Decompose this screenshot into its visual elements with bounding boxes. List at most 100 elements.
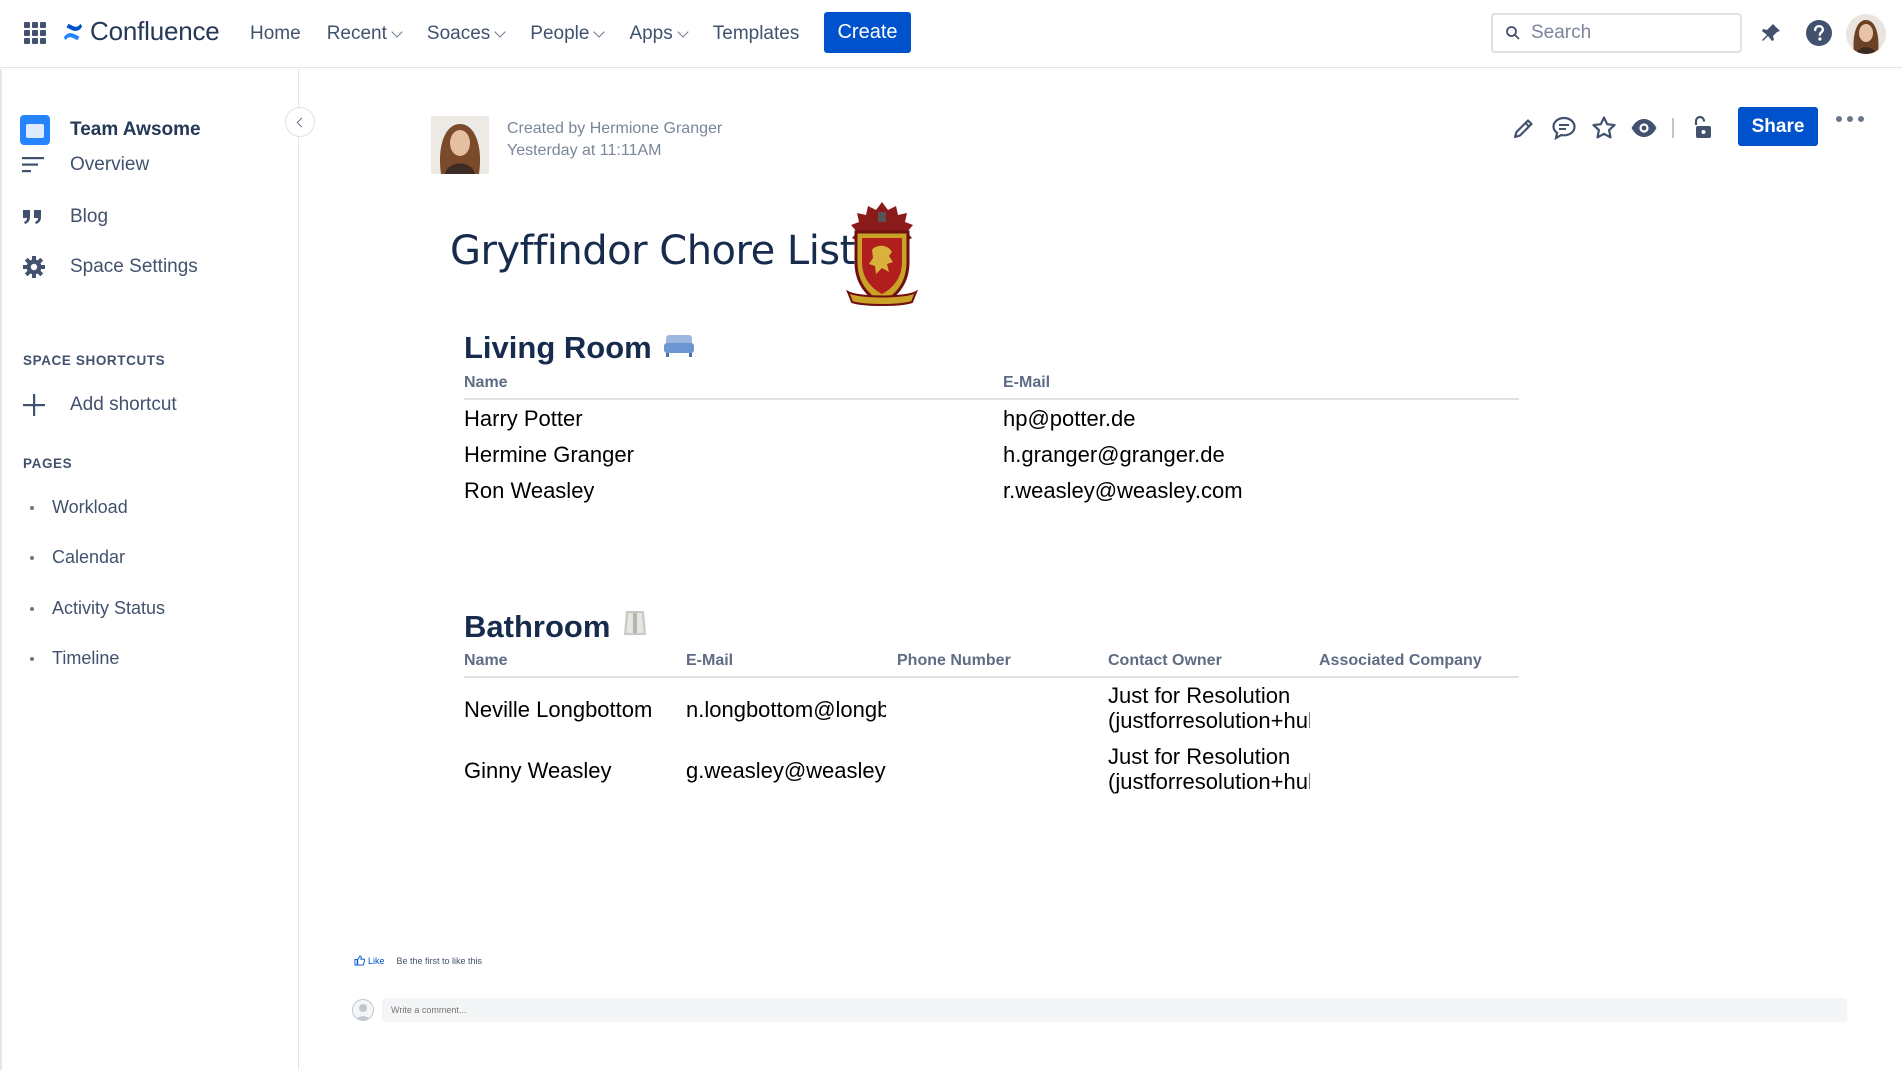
comment-row	[352, 998, 1847, 1022]
page-title: Gryffindor Chore List	[450, 228, 855, 274]
notifications-icon[interactable]	[1756, 18, 1786, 48]
space-name: Team Awsome	[70, 119, 201, 140]
help-icon[interactable]	[1804, 18, 1834, 48]
table-cell-name: Ginny Weasley	[464, 758, 612, 783]
top-navigation: Confluence Home Recent Soaces People App…	[0, 0, 1902, 68]
table-cell-contact-owner-email: (justforresolution+hubspot	[1108, 708, 1310, 733]
page-tree-item[interactable]: Timeline	[30, 648, 119, 669]
toolbar-divider	[1672, 118, 1674, 138]
column-header-phone[interactable]: Phone Number	[897, 652, 1011, 670]
table-header-divider	[464, 676, 1519, 678]
commenter-avatar	[352, 999, 374, 1021]
like-row: Like Be the first to like this	[354, 955, 482, 966]
page-tree-item[interactable]: Calendar	[30, 547, 125, 568]
restrictions-icon[interactable]	[1688, 114, 1716, 142]
add-shortcut-button[interactable]: Add shortcut	[22, 393, 177, 417]
nav-spaces[interactable]: Soaces	[426, 23, 506, 45]
space-header[interactable]: Team Awsome	[20, 115, 201, 145]
nav-spaces-label: Soaces	[426, 23, 491, 44]
chevron-down-icon	[391, 26, 403, 38]
sidebar-item-label: Overview	[70, 154, 150, 175]
like-button[interactable]: Like	[354, 955, 385, 966]
bullet-icon	[30, 505, 34, 510]
plus-icon	[22, 393, 52, 417]
table-cell-email: g.weasley@weasley.com	[686, 758, 886, 783]
page-tree-item[interactable]: Activity Status	[30, 598, 165, 619]
column-header-email[interactable]: E-Mail	[686, 652, 733, 670]
nav-templates-label: Templates	[712, 23, 800, 44]
column-header-contact-owner[interactable]: Contact Owner	[1108, 652, 1222, 670]
table-cell-contact-owner: Just for Resolution	[1108, 683, 1291, 708]
thumbs-up-icon	[354, 955, 365, 966]
search-input[interactable]	[1531, 22, 1721, 44]
nav-apps[interactable]: Apps	[629, 23, 689, 45]
column-header-email[interactable]: E-Mail	[1003, 374, 1050, 392]
nav-home[interactable]: Home	[250, 23, 301, 45]
couch-icon	[662, 329, 696, 367]
confluence-logo-icon	[63, 23, 83, 40]
gear-icon	[22, 255, 52, 279]
table-cell-email: hp@potter.de	[1003, 406, 1136, 431]
bullet-icon	[30, 555, 34, 560]
sidebar-item-label: Blog	[70, 206, 109, 227]
space-icon	[20, 115, 50, 145]
pages-heading: PAGES	[23, 456, 73, 471]
table-cell-name: Harry Potter	[464, 406, 583, 431]
page-tree-item[interactable]: Workload	[30, 497, 128, 518]
nav-home-label: Home	[250, 23, 301, 44]
sidebar-item-blog[interactable]: Blog	[22, 205, 108, 229]
chevron-down-icon	[677, 26, 689, 38]
confluence-logo[interactable]: Confluence	[62, 16, 220, 47]
table-header-divider	[464, 398, 1519, 400]
quote-icon	[22, 205, 52, 229]
table-cell-name: Ron Weasley	[464, 478, 595, 503]
app-name: Confluence	[90, 16, 220, 46]
created-by: Created by Hermione Granger	[507, 120, 723, 137]
section-title: Bathroom	[464, 609, 611, 644]
sidebar-item-label: Space Settings	[70, 256, 198, 277]
gryffindor-crest-icon	[838, 198, 926, 310]
sidebar-item-overview[interactable]: Overview	[22, 153, 149, 177]
create-button[interactable]: Create	[824, 12, 911, 53]
like-label: Like	[368, 955, 385, 966]
nav-templates[interactable]: Templates	[713, 23, 800, 45]
nav-people[interactable]: People	[530, 23, 606, 45]
table-cell-name: Neville Longbottom	[464, 697, 653, 722]
like-note: Be the first to like this	[396, 955, 483, 966]
comment-input[interactable]	[382, 998, 1847, 1022]
table-cell-email: r.weasley@weasley.com	[1003, 478, 1243, 503]
column-header-name[interactable]: Name	[464, 652, 508, 670]
nav-apps-label: Apps	[629, 23, 673, 44]
table-cell-email: h.granger@granger.de	[1003, 442, 1225, 467]
living-room-heading: Living Room	[464, 329, 696, 367]
toilet-paper-icon	[620, 607, 652, 647]
nav-recent[interactable]: Recent	[327, 23, 403, 45]
more-icon[interactable]	[1836, 116, 1864, 122]
author-avatar[interactable]	[431, 116, 489, 174]
table-cell-contact-owner: Just for Resolution	[1108, 744, 1291, 769]
space-shortcuts-heading: SPACE SHORTCUTS	[23, 353, 166, 368]
search-box[interactable]	[1491, 13, 1742, 53]
table-cell-email: n.longbottom@longbottom	[686, 697, 886, 722]
table-cell-name: Hermine Granger	[464, 442, 634, 467]
section-title: Living Room	[464, 330, 652, 365]
edit-icon[interactable]	[1510, 114, 1538, 142]
page-tree-label: Workload	[52, 497, 128, 517]
created-at[interactable]: Yesterday at 11:11AM	[507, 140, 722, 162]
main-nav: Home Recent Soaces People Apps Templates	[250, 0, 825, 68]
page-tree-label: Activity Status	[52, 598, 166, 618]
watch-icon[interactable]	[1630, 114, 1658, 142]
star-icon[interactable]	[1590, 114, 1618, 142]
share-button[interactable]: Share	[1738, 107, 1818, 146]
comment-icon[interactable]	[1550, 114, 1578, 142]
app-switcher-icon[interactable]	[24, 22, 46, 44]
column-header-name[interactable]: Name	[464, 374, 508, 392]
collapse-sidebar-button[interactable]	[285, 107, 315, 137]
chevron-down-icon	[494, 26, 506, 38]
sidebar-item-space-settings[interactable]: Space Settings	[22, 255, 198, 279]
user-avatar[interactable]	[1846, 14, 1886, 54]
column-header-associated-company[interactable]: Associated Company	[1319, 652, 1482, 670]
bullet-icon	[30, 606, 34, 611]
page-tree-label: Calendar	[52, 547, 126, 567]
page-tree-label: Timeline	[52, 648, 120, 668]
